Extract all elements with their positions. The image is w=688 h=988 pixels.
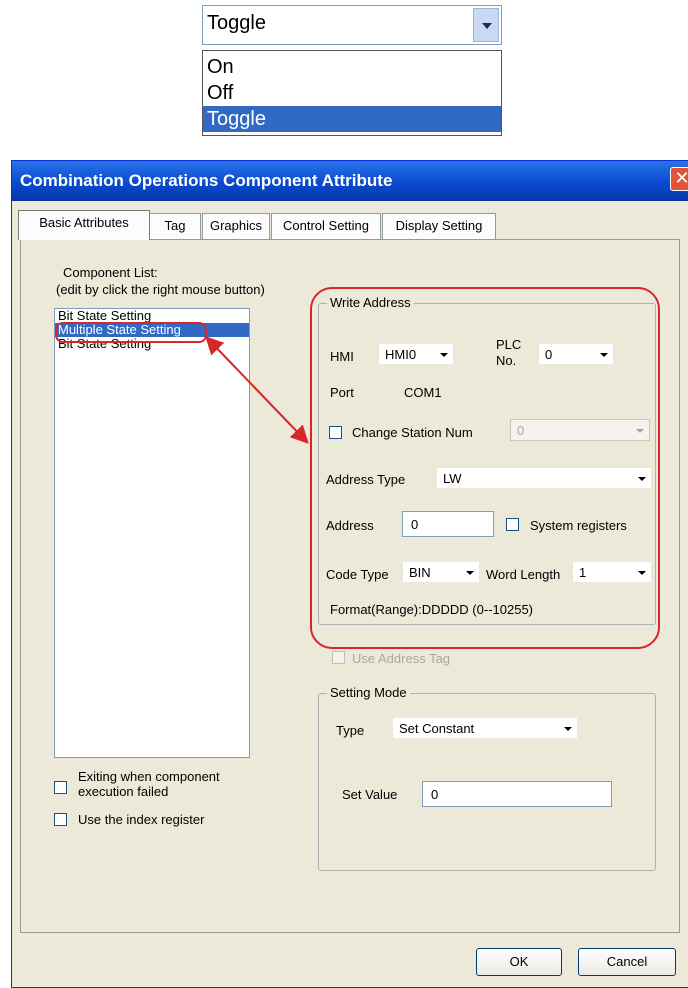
dialog-title: Combination Operations Component Attribu…	[20, 171, 393, 190]
list-item[interactable]: Bit State Setting	[55, 309, 249, 323]
tab-control-setting[interactable]: Control Setting	[271, 213, 381, 239]
index-register-checkbox[interactable]	[54, 813, 67, 826]
cancel-button[interactable]: Cancel	[578, 948, 676, 976]
dropdown-options: On Off Toggle	[202, 50, 502, 136]
list-item-highlight	[55, 322, 207, 343]
component-list[interactable]: Bit State Setting Multiple State Setting…	[54, 308, 250, 758]
index-register-label: Use the index register	[78, 812, 205, 827]
use-address-tag-checkbox[interactable]	[332, 651, 345, 664]
set-value-input[interactable]: 0	[422, 781, 612, 807]
mode-type-value: Set Constant	[399, 721, 475, 736]
component-list-label: Component List:	[63, 265, 158, 280]
attribute-dialog: Combination Operations Component Attribu…	[11, 160, 688, 988]
toggle-dropdown-field[interactable]: Toggle	[202, 5, 502, 45]
close-icon[interactable]: ✕	[670, 167, 688, 191]
tab-tag[interactable]: Tag	[149, 213, 201, 239]
dropdown-value: Toggle	[207, 12, 266, 34]
dropdown-option-off[interactable]: Off	[203, 80, 501, 106]
chevron-down-icon	[564, 727, 572, 731]
ok-button[interactable]: OK	[476, 948, 562, 976]
mode-type-label: Type	[336, 723, 365, 738]
set-value-value: 0	[431, 787, 439, 802]
setting-mode-legend: Setting Mode	[327, 685, 410, 700]
title-bar[interactable]: Combination Operations Component Attribu…	[12, 161, 688, 201]
component-list-hint: (edit by click the right mouse button)	[56, 282, 265, 297]
dropdown-option-toggle[interactable]: Toggle	[203, 106, 501, 132]
exiting-checkbox[interactable]	[54, 781, 67, 794]
dropdown-option-on[interactable]: On	[203, 54, 501, 80]
mode-type-select[interactable]: Set Constant	[392, 717, 578, 739]
tab-graphics[interactable]: Graphics	[202, 213, 270, 239]
exiting-label-2: execution failed	[78, 784, 169, 799]
chevron-down-icon[interactable]	[473, 8, 499, 42]
write-address-highlight	[310, 287, 660, 649]
use-address-tag-label: Use Address Tag	[352, 651, 451, 666]
exiting-label: Exiting when component	[78, 769, 220, 784]
tab-display-setting[interactable]: Display Setting	[382, 213, 496, 239]
toggle-dropdown[interactable]: Toggle On Off Toggle	[202, 5, 502, 136]
tab-basic-attributes[interactable]: Basic Attributes	[18, 210, 150, 240]
set-value-label: Set Value	[342, 787, 398, 802]
